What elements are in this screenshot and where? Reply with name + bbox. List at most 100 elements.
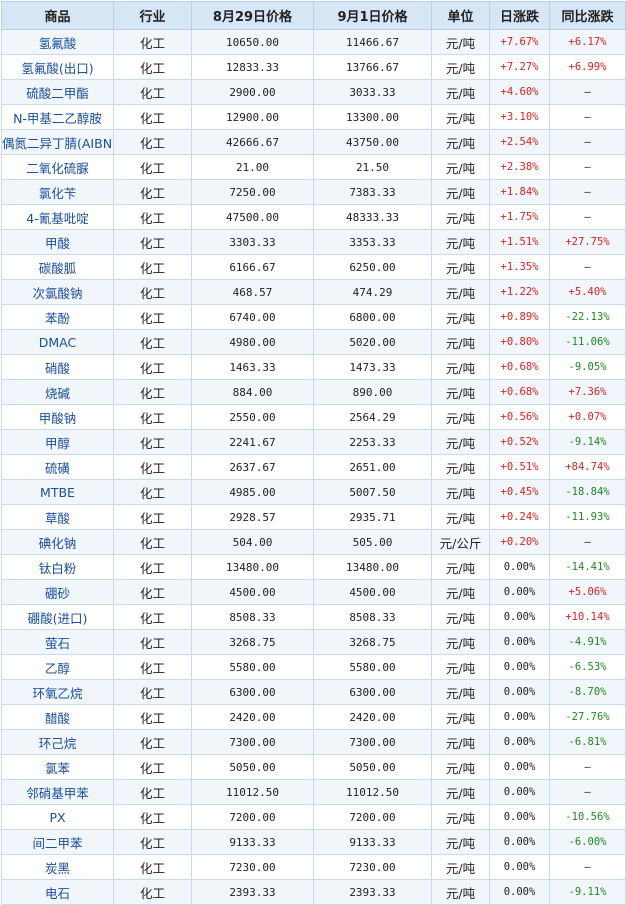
- commodity-link[interactable]: 碳酸胍: [1, 254, 114, 280]
- commodity-link[interactable]: 环己烷: [1, 729, 114, 755]
- table-row: MTBE 化工 4985.00 5007.50 元/吨 +0.45% -18.84%: [1, 479, 626, 505]
- daily-change-cell: +7.67%: [489, 29, 550, 55]
- unit-cell: 元/吨: [431, 579, 490, 605]
- yoy-change-cell: —: [549, 79, 626, 105]
- header-price-aug29: 8月29日价格: [191, 1, 314, 30]
- price-sep1-cell: 2420.00: [313, 704, 432, 730]
- commodity-link[interactable]: N-甲基二乙醇胺: [1, 104, 114, 130]
- price-aug29-cell: 7300.00: [191, 729, 314, 755]
- commodity-link[interactable]: 烧碱: [1, 379, 114, 405]
- industry-cell: 化工: [113, 54, 192, 80]
- price-aug29-cell: 504.00: [191, 529, 314, 555]
- commodity-link[interactable]: 甲酸钠: [1, 404, 114, 430]
- price-sep1-cell: 6250.00: [313, 254, 432, 280]
- commodity-link[interactable]: 乙醇: [1, 654, 114, 680]
- commodity-link[interactable]: 氢氟酸: [1, 29, 114, 55]
- header-price-sep1: 9月1日价格: [313, 1, 432, 30]
- commodity-link[interactable]: 4-氰基吡啶: [1, 204, 114, 230]
- commodity-link[interactable]: 次氯酸钠: [1, 279, 114, 305]
- commodity-link[interactable]: PX: [1, 804, 114, 830]
- table-row: 间二甲苯 化工 9133.33 9133.33 元/吨 0.00% -6.00%: [1, 829, 626, 855]
- daily-change-cell: +1.22%: [489, 279, 550, 305]
- unit-cell: 元/吨: [431, 429, 490, 455]
- yoy-change-cell: +6.17%: [549, 29, 626, 55]
- commodity-link[interactable]: 硼砂: [1, 579, 114, 605]
- yoy-change-cell: —: [549, 104, 626, 130]
- industry-cell: 化工: [113, 654, 192, 680]
- commodity-link[interactable]: 碘化钠: [1, 529, 114, 555]
- yoy-change-cell: —: [549, 179, 626, 205]
- yoy-change-cell: -18.84%: [549, 479, 626, 505]
- commodity-link[interactable]: MTBE: [1, 479, 114, 505]
- table-row: 硝酸 化工 1463.33 1473.33 元/吨 +0.68% -9.05%: [1, 354, 626, 380]
- commodity-link[interactable]: 硫酸二甲酯: [1, 79, 114, 105]
- unit-cell: 元/吨: [431, 54, 490, 80]
- price-sep1-cell: 9133.33: [313, 829, 432, 855]
- yoy-change-cell: —: [549, 854, 626, 880]
- yoy-change-cell: -4.91%: [549, 629, 626, 655]
- commodity-link[interactable]: 甲醇: [1, 429, 114, 455]
- commodity-link[interactable]: 炭黑: [1, 854, 114, 880]
- industry-cell: 化工: [113, 579, 192, 605]
- commodity-link[interactable]: 间二甲苯: [1, 829, 114, 855]
- commodity-link[interactable]: 氯化苄: [1, 179, 114, 205]
- price-sep1-cell: 890.00: [313, 379, 432, 405]
- industry-cell: 化工: [113, 104, 192, 130]
- table-row: 硼砂 化工 4500.00 4500.00 元/吨 0.00% +5.06%: [1, 579, 626, 605]
- industry-cell: 化工: [113, 354, 192, 380]
- commodity-link[interactable]: 偶氮二异丁腈(AIBN): [1, 129, 114, 155]
- price-sep1-cell: 5050.00: [313, 754, 432, 780]
- commodity-link[interactable]: 氯苯: [1, 754, 114, 780]
- commodity-link[interactable]: DMAC: [1, 329, 114, 355]
- price-sep1-cell: 2253.33: [313, 429, 432, 455]
- price-aug29-cell: 6300.00: [191, 679, 314, 705]
- header-industry: 行业: [113, 1, 192, 30]
- commodity-link[interactable]: 苯酚: [1, 304, 114, 330]
- yoy-change-cell: +5.06%: [549, 579, 626, 605]
- commodity-link[interactable]: 硼酸(进口): [1, 604, 114, 630]
- industry-cell: 化工: [113, 679, 192, 705]
- commodity-link[interactable]: 萤石: [1, 629, 114, 655]
- price-sep1-cell: 43750.00: [313, 129, 432, 155]
- table-row: 氯化苄 化工 7250.00 7383.33 元/吨 +1.84% —: [1, 179, 626, 205]
- unit-cell: 元/吨: [431, 79, 490, 105]
- unit-cell: 元/吨: [431, 404, 490, 430]
- commodity-link[interactable]: 电石: [1, 879, 114, 905]
- table-row: DMAC 化工 4980.00 5020.00 元/吨 +0.80% -11.06%: [1, 329, 626, 355]
- daily-change-cell: 0.00%: [489, 854, 550, 880]
- price-aug29-cell: 4985.00: [191, 479, 314, 505]
- price-sep1-cell: 3268.75: [313, 629, 432, 655]
- daily-change-cell: 0.00%: [489, 829, 550, 855]
- price-aug29-cell: 6740.00: [191, 304, 314, 330]
- commodity-link[interactable]: 环氧乙烷: [1, 679, 114, 705]
- table-body: 氢氟酸 化工 10650.00 11466.67 元/吨 +7.67% +6.17% 氢氟酸(…: [1, 29, 626, 905]
- price-aug29-cell: 6166.67: [191, 254, 314, 280]
- price-aug29-cell: 47500.00: [191, 204, 314, 230]
- price-sep1-cell: 11466.67: [313, 29, 432, 55]
- commodity-link[interactable]: 甲酸: [1, 229, 114, 255]
- industry-cell: 化工: [113, 554, 192, 580]
- commodity-link[interactable]: 氢氟酸(出口): [1, 54, 114, 80]
- commodity-link[interactable]: 二氧化硫脲: [1, 154, 114, 180]
- unit-cell: 元/吨: [431, 204, 490, 230]
- industry-cell: 化工: [113, 854, 192, 880]
- commodity-link[interactable]: 醋酸: [1, 704, 114, 730]
- price-sep1-cell: 6800.00: [313, 304, 432, 330]
- commodity-link[interactable]: 硝酸: [1, 354, 114, 380]
- yoy-change-cell: -14.41%: [549, 554, 626, 580]
- commodity-link[interactable]: 钛白粉: [1, 554, 114, 580]
- price-aug29-cell: 884.00: [191, 379, 314, 405]
- yoy-change-cell: —: [549, 204, 626, 230]
- table-row: 碘化钠 化工 504.00 505.00 元/公斤 +0.20% —: [1, 529, 626, 555]
- yoy-change-cell: -11.06%: [549, 329, 626, 355]
- daily-change-cell: +0.20%: [489, 529, 550, 555]
- commodity-link[interactable]: 邻硝基甲苯: [1, 779, 114, 805]
- price-aug29-cell: 2420.00: [191, 704, 314, 730]
- daily-change-cell: 0.00%: [489, 879, 550, 905]
- commodity-link[interactable]: 草酸: [1, 504, 114, 530]
- price-sep1-cell: 3033.33: [313, 79, 432, 105]
- commodity-link[interactable]: 硫磺: [1, 454, 114, 480]
- price-aug29-cell: 2550.00: [191, 404, 314, 430]
- price-sep1-cell: 2564.29: [313, 404, 432, 430]
- unit-cell: 元/吨: [431, 829, 490, 855]
